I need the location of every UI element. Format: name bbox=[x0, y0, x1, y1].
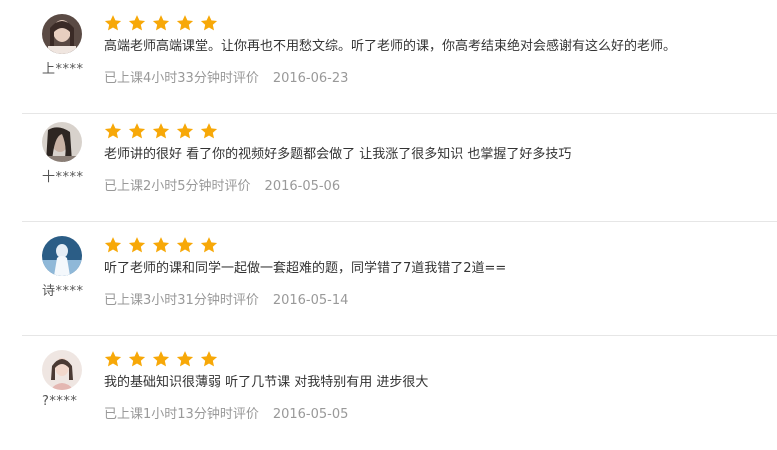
review-date: 2016-05-05 bbox=[272, 407, 349, 422]
review-item: 上**** 高端老师高端课堂。让你再也不用愁文综。听了老师的课，你高考结束绝对会… bbox=[22, 0, 777, 114]
star-icon bbox=[128, 237, 146, 253]
star-icon bbox=[128, 351, 146, 367]
star-rating bbox=[104, 350, 218, 370]
study-time: 已上课2小时5分钟时评价 bbox=[104, 179, 251, 194]
star-icon bbox=[152, 237, 170, 253]
review-item: 诗**** 听了老师的课和同学一起做一套超难的题，同学错了7道我错了2道== 已… bbox=[22, 222, 777, 336]
username: 诗**** bbox=[42, 284, 84, 299]
review-text: 听了老师的课和同学一起做一套超难的题，同学错了7道我错了2道== bbox=[104, 261, 507, 276]
star-icon bbox=[200, 351, 218, 367]
user-avatar[interactable] bbox=[42, 236, 82, 276]
username: ?**** bbox=[42, 394, 78, 409]
user-avatar[interactable] bbox=[42, 350, 82, 390]
star-rating bbox=[104, 122, 218, 142]
review-item: 十**** 老师讲的很好 看了你的视频好多题都会做了 让我涨了很多知识 也掌握了… bbox=[22, 108, 777, 222]
review-meta: 已上课4小时33分钟时评价 2016-06-23 bbox=[104, 70, 348, 88]
star-icon bbox=[176, 15, 194, 31]
review-text: 我的基础知识很薄弱 听了几节课 对我特别有用 进步很大 bbox=[104, 375, 429, 390]
star-icon bbox=[200, 237, 218, 253]
study-time: 已上课1小时13分钟时评价 bbox=[104, 407, 259, 422]
star-icon bbox=[152, 15, 170, 31]
review-meta: 已上课2小时5分钟时评价 2016-05-06 bbox=[104, 178, 340, 196]
review-date: 2016-06-23 bbox=[272, 71, 349, 86]
star-icon bbox=[176, 351, 194, 367]
user-avatar[interactable] bbox=[42, 14, 82, 54]
star-icon bbox=[128, 15, 146, 31]
star-icon bbox=[200, 123, 218, 139]
username: 上**** bbox=[42, 62, 84, 77]
review-text: 高端老师高端课堂。让你再也不用愁文综。听了老师的课，你高考结束绝对会感谢有这么好… bbox=[104, 39, 677, 54]
star-icon bbox=[128, 123, 146, 139]
star-icon bbox=[152, 351, 170, 367]
study-time: 已上课4小时33分钟时评价 bbox=[104, 71, 259, 86]
star-icon bbox=[152, 123, 170, 139]
star-icon bbox=[104, 351, 122, 367]
star-icon bbox=[176, 123, 194, 139]
star-icon bbox=[104, 123, 122, 139]
star-icon bbox=[200, 15, 218, 31]
review-text: 老师讲的很好 看了你的视频好多题都会做了 让我涨了很多知识 也掌握了好多技巧 bbox=[104, 147, 572, 162]
review-list: 上**** 高端老师高端课堂。让你再也不用愁文综。听了老师的课，你高考结束绝对会… bbox=[0, 0, 777, 433]
star-rating bbox=[104, 236, 218, 256]
review-date: 2016-05-14 bbox=[272, 293, 349, 308]
star-icon bbox=[104, 15, 122, 31]
star-icon bbox=[104, 237, 122, 253]
study-time: 已上课3小时31分钟时评价 bbox=[104, 293, 259, 308]
star-rating bbox=[104, 14, 218, 34]
review-meta: 已上课3小时31分钟时评价 2016-05-14 bbox=[104, 292, 348, 310]
star-icon bbox=[176, 237, 194, 253]
review-date: 2016-05-06 bbox=[264, 179, 341, 194]
user-avatar[interactable] bbox=[42, 122, 82, 162]
review-meta: 已上课1小时13分钟时评价 2016-05-05 bbox=[104, 406, 348, 424]
username: 十**** bbox=[42, 170, 84, 185]
